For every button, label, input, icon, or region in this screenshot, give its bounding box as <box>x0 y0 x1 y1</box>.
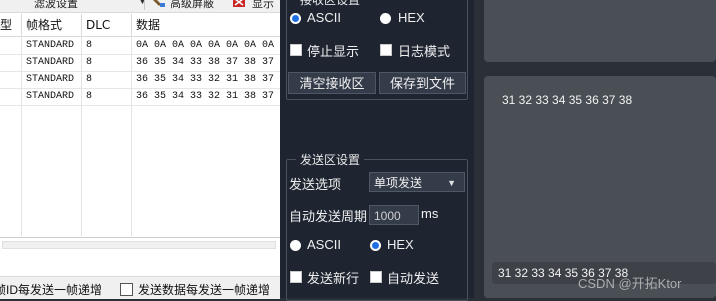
table-row[interactable]: STANDARD 8 36 35 34 33 38 37 38 37 <box>0 55 280 72</box>
auto-send-label: 自动发送 <box>387 271 440 286</box>
column-header-type[interactable]: 型 <box>0 14 22 36</box>
type-cell <box>0 89 22 105</box>
send-option-select[interactable]: 单项发送 ▼ <box>369 172 465 192</box>
frame-format-cell: STANDARD <box>22 38 82 54</box>
receive-hex-label: HEX <box>398 10 425 25</box>
auto-send-checkbox[interactable] <box>370 271 382 283</box>
message-list-pane: 滤波设置 ▼ 高级屏蔽 显示 型 帧格式 DLC 数据 STANDARD 8 0… <box>0 0 280 299</box>
send-newline-label: 发送新行 <box>307 271 360 286</box>
stop-display-label: 停止显示 <box>307 44 360 59</box>
receive-ascii-radio[interactable] <box>290 13 301 24</box>
column-header-dlc[interactable]: DLC <box>82 14 132 36</box>
shield-filter-icon[interactable] <box>152 0 166 8</box>
display-icon[interactable] <box>232 0 246 8</box>
watermark: CSDN @开拓Ktor <box>578 276 682 291</box>
filter-settings-dropdown[interactable]: 滤波设置 <box>34 0 78 11</box>
auto-send-period-label: 自动发送周期 <box>289 209 368 224</box>
send-newline-checkbox[interactable] <box>290 271 302 283</box>
advanced-shield-button[interactable]: 高级屏蔽 <box>170 0 214 11</box>
data-cell: 36 35 34 33 32 31 38 37 <box>136 74 275 85</box>
period-unit-label: ms <box>421 206 439 221</box>
receive-settings-title: 接收区设置 <box>296 0 365 8</box>
data-increment-checkbox[interactable] <box>120 283 133 296</box>
send-hex-radio[interactable] <box>370 240 381 251</box>
toolbar-divider <box>144 0 145 10</box>
receive-text: 31 32 33 34 35 36 37 38 <box>502 93 633 107</box>
table-row[interactable]: STANDARD 8 36 35 34 33 32 31 38 37 <box>0 89 280 106</box>
toolbar: 滤波设置 ▼ 高级屏蔽 显示 <box>0 0 280 13</box>
chevron-down-icon: ▼ <box>447 178 456 188</box>
column-divider <box>81 36 82 236</box>
auto-send-period-input[interactable]: 1000 <box>369 205 419 225</box>
log-mode-label: 日志模式 <box>398 44 451 59</box>
log-mode-checkbox[interactable] <box>380 44 392 56</box>
data-cell: 36 35 34 33 38 37 38 37 <box>136 57 275 68</box>
column-header-frame-format[interactable]: 帧格式 <box>22 14 82 36</box>
send-settings-title: 发送区设置 <box>296 151 365 168</box>
clear-receive-button[interactable]: 清空接收区 <box>288 72 376 94</box>
send-option-label: 发送选项 <box>289 177 342 192</box>
column-divider <box>21 36 22 236</box>
increment-options: 帧ID每发送一帧递增 发送数据每发送一帧递增 <box>0 276 280 299</box>
grid-header: 型 帧格式 DLC 数据 <box>0 14 280 37</box>
send-ascii-radio[interactable] <box>290 240 301 251</box>
data-area-panel: 31 32 33 34 35 36 37 38 31 32 33 34 35 3… <box>474 0 716 298</box>
dlc-cell: 8 <box>82 89 132 105</box>
send-hex-label: HEX <box>387 237 414 252</box>
upper-text-area[interactable] <box>484 0 716 62</box>
frame-format-cell: STANDARD <box>22 89 82 105</box>
receive-ascii-label: ASCII <box>307 10 341 25</box>
dlc-cell: 8 <box>82 38 132 54</box>
frame-id-increment-label: 帧ID每发送一帧递增 <box>0 283 103 297</box>
display-button[interactable]: 显示 <box>252 0 274 11</box>
table-row[interactable]: STANDARD 8 0A 0A 0A 0A 0A 0A 0A 0A <box>0 38 280 55</box>
stop-display-checkbox[interactable] <box>290 44 302 56</box>
data-cell: 36 35 34 33 32 31 38 37 <box>136 91 275 102</box>
data-cell: 0A 0A 0A 0A 0A 0A 0A 0A <box>136 40 275 51</box>
column-divider <box>131 36 132 236</box>
frame-format-cell: STANDARD <box>22 72 82 88</box>
scrollbar-thumb[interactable] <box>2 241 276 249</box>
settings-panel: 接收区设置 ASCII HEX 停止显示 日志模式 清空接收区 保存到文件 发送… <box>280 0 484 301</box>
send-option-value: 单项发送 <box>374 176 423 190</box>
save-to-file-button[interactable]: 保存到文件 <box>379 72 466 94</box>
data-increment-label: 发送数据每发送一帧递增 <box>138 283 271 297</box>
dlc-cell: 8 <box>82 72 132 88</box>
column-header-data[interactable]: 数据 <box>132 14 282 36</box>
frame-format-cell: STANDARD <box>22 55 82 71</box>
receive-hex-radio[interactable] <box>380 13 391 24</box>
type-cell <box>0 72 22 88</box>
type-cell <box>0 55 22 71</box>
horizontal-scrollbar[interactable] <box>0 237 280 264</box>
table-row[interactable]: STANDARD 8 36 35 34 33 32 31 38 37 <box>0 72 280 89</box>
type-cell <box>0 38 22 54</box>
send-ascii-label: ASCII <box>307 237 341 252</box>
dlc-cell: 8 <box>82 55 132 71</box>
chevron-down-icon[interactable]: ▼ <box>138 0 147 6</box>
